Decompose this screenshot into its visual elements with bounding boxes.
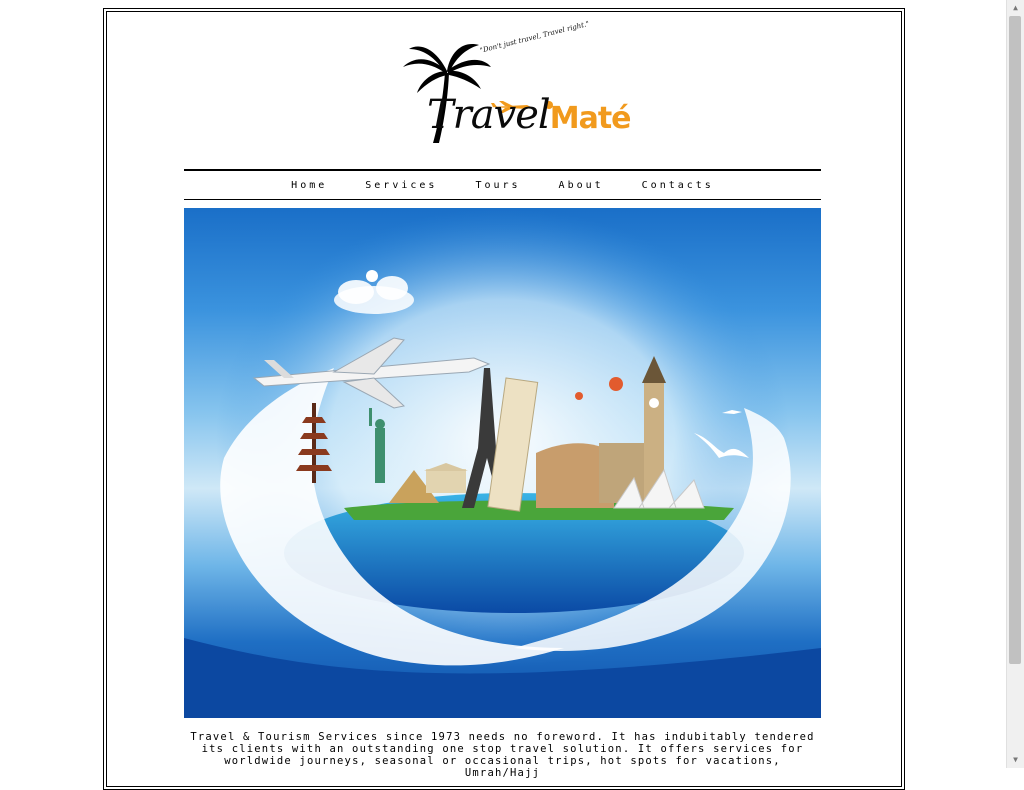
logo-wordmark: TravelMaté [427, 92, 632, 138]
nav-tours[interactable]: Tours [456, 180, 539, 191]
hot-air-balloon-icon [575, 392, 583, 400]
main-nav: Home Services Tours About Contacts [184, 169, 821, 200]
page-frame: "Don't just travel, Travel right." Trave… [103, 8, 905, 790]
nav-about[interactable]: About [540, 180, 623, 191]
nav-home[interactable]: Home [272, 180, 346, 191]
hot-air-balloon-icon [609, 377, 623, 391]
hero-image [184, 208, 821, 718]
logo-word-main: Travel [427, 92, 551, 138]
hero-illustration [184, 208, 821, 718]
nav-contacts[interactable]: Contacts [623, 180, 733, 191]
logo-word-accent: Maté [549, 101, 632, 136]
site-logo[interactable]: "Don't just travel, Travel right." Trave… [399, 20, 632, 149]
nav-services[interactable]: Services [346, 180, 456, 191]
scrollbar[interactable]: ▲ ▼ [1006, 0, 1024, 768]
intro-text: Travel & Tourism Services since 1973 nee… [190, 731, 815, 779]
scroll-down-arrow-icon[interactable]: ▼ [1007, 752, 1024, 768]
scroll-thumb[interactable] [1009, 16, 1021, 664]
scroll-up-arrow-icon[interactable]: ▲ [1007, 0, 1024, 16]
